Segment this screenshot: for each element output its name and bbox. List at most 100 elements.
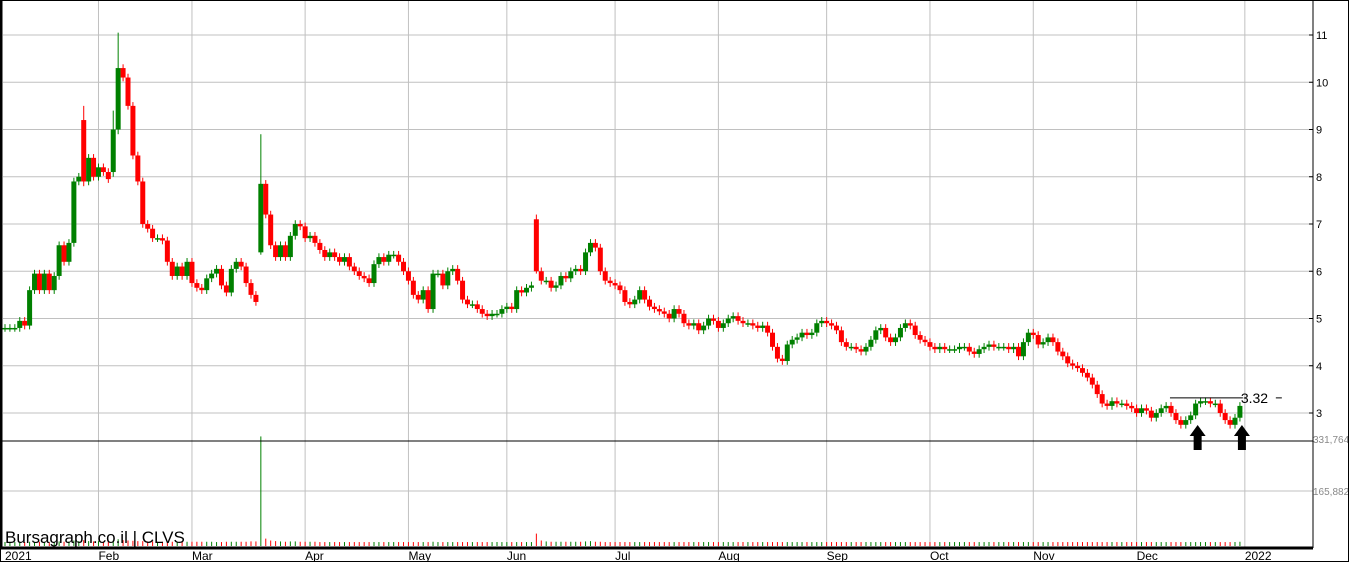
candle-up: [95, 167, 101, 177]
candle-down: [696, 323, 702, 331]
candle-down: [838, 330, 844, 343]
candle-up: [986, 344, 992, 347]
volume-tick-label: 165,882: [1313, 487, 1349, 498]
candle-down: [1060, 351, 1066, 357]
grid: [3, 0, 1313, 548]
candle-down: [578, 268, 584, 272]
candle-down: [686, 323, 692, 326]
candle-down: [455, 268, 461, 281]
candle-down: [991, 344, 997, 347]
candle-down: [268, 214, 274, 246]
candle-up: [71, 181, 77, 243]
candle-down: [282, 245, 288, 258]
month-label: Aug: [718, 549, 739, 562]
candle-up: [327, 252, 333, 258]
candle-down: [1016, 346, 1022, 357]
candle-down: [676, 309, 682, 314]
candle-up: [671, 309, 677, 319]
candle-up: [7, 327, 13, 330]
candle-down: [273, 245, 279, 258]
candle-down: [302, 226, 308, 239]
candle-down: [538, 271, 544, 281]
price-tick-label: 8: [1316, 172, 1322, 184]
candle-down: [36, 273, 42, 291]
candle-down: [361, 275, 367, 279]
candle-down: [1030, 332, 1036, 336]
candle-down: [100, 167, 106, 173]
candle-up: [278, 245, 284, 258]
month-label: 2021: [5, 549, 32, 562]
candle-up: [583, 252, 589, 272]
candle-down: [912, 325, 918, 336]
candle-up: [2, 327, 8, 330]
candle-up: [17, 320, 23, 328]
candle-down: [130, 105, 136, 156]
candle-down: [1006, 346, 1012, 350]
candle-down: [479, 309, 485, 314]
candle-up: [897, 327, 903, 338]
candle-down: [740, 320, 746, 324]
candle-up: [996, 346, 1002, 349]
candle-up: [760, 325, 766, 328]
candle-down: [1035, 335, 1041, 345]
candle-down: [1207, 401, 1213, 404]
candle-down: [105, 172, 111, 180]
candle-down: [922, 339, 928, 343]
candle-down: [332, 252, 338, 258]
candle-up: [86, 157, 92, 182]
candle-down: [770, 332, 776, 347]
candle-up: [292, 224, 298, 236]
candle-down: [927, 342, 933, 347]
candle-down: [681, 313, 687, 324]
candle-up: [110, 129, 116, 173]
candle-down: [415, 294, 421, 300]
candle-down: [519, 290, 525, 293]
up-arrow-icon: [1189, 425, 1206, 450]
candle-up: [184, 261, 190, 276]
candle-up: [784, 344, 790, 362]
candle-down: [351, 266, 357, 272]
candle-down: [533, 219, 539, 272]
candle-down: [833, 325, 839, 331]
candle-down: [1070, 363, 1076, 366]
price-tick-label: 7: [1316, 219, 1322, 231]
candle-up: [789, 339, 795, 345]
candle-down: [381, 257, 387, 262]
candle-up: [469, 304, 475, 306]
candle-down: [464, 299, 470, 305]
candle-down: [150, 228, 156, 239]
candle-down: [1124, 403, 1130, 406]
candle-up: [341, 257, 347, 262]
candle-down: [194, 283, 200, 288]
candle-down: [1114, 401, 1120, 404]
candle-up: [528, 285, 534, 288]
candle-up: [41, 273, 47, 291]
candle-up: [981, 346, 987, 350]
candle-down: [824, 320, 830, 324]
candle-up: [386, 254, 392, 262]
candle-down: [750, 323, 756, 326]
candle-down: [322, 249, 328, 258]
candle-up: [494, 313, 500, 316]
candle-up: [376, 257, 382, 265]
candle-up: [204, 278, 210, 291]
chart-title: Bursagraph.co.il | CLVS: [5, 528, 185, 547]
candle-up: [76, 176, 82, 182]
candle-up: [174, 266, 180, 276]
candle-up: [637, 290, 643, 300]
candle-up: [1119, 403, 1125, 406]
candle-down: [883, 327, 889, 338]
candle-up: [1202, 401, 1208, 403]
candle-up: [450, 268, 456, 272]
candle-down: [253, 294, 259, 302]
up-arrow-icon: [1233, 425, 1250, 450]
candle-up: [1188, 415, 1194, 421]
month-label: Jun: [507, 549, 526, 562]
candle-down: [1079, 368, 1085, 373]
candle-up: [893, 337, 899, 343]
candle-down: [218, 268, 224, 286]
candle-down: [829, 323, 835, 326]
candle-down: [169, 261, 175, 276]
candle-down: [440, 273, 446, 286]
candle-up: [587, 242, 593, 253]
